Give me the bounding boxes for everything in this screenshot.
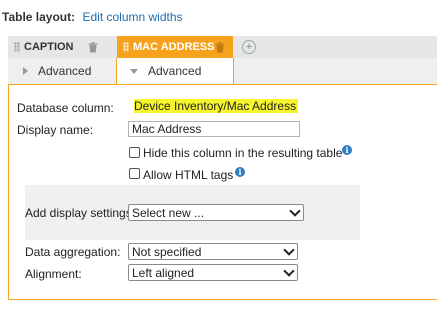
collapse-arrow-icon <box>130 68 138 74</box>
display-name-field[interactable]: Mac Address <box>128 121 300 137</box>
display-name-label: Display name: <box>17 123 94 137</box>
edit-column-widths-link[interactable]: Edit column widths <box>82 10 182 24</box>
subtab-mac-label: Advanced <box>148 64 202 78</box>
tab-mac-address-label: MAC ADDRESS <box>133 41 215 53</box>
allow-html-checkbox[interactable] <box>129 168 140 179</box>
data-aggregation-select[interactable]: Not specified <box>128 243 298 260</box>
subtab-bar: Advanced Advanced <box>8 58 437 85</box>
subtab-mac-advanced[interactable]: Advanced <box>116 58 234 85</box>
add-display-settings-label: Add display settings: <box>25 206 136 220</box>
database-column-value: Device Inventory/Mac Address <box>134 99 299 113</box>
tab-caption[interactable]: CAPTION <box>8 36 106 58</box>
alignment-label: Alignment: <box>25 267 82 281</box>
add-display-settings-select[interactable]: Select new ... <box>128 204 304 221</box>
database-column-label: Database column: <box>17 101 114 115</box>
info-icon[interactable]: i <box>235 167 245 177</box>
chevron-down-icon <box>283 244 295 256</box>
drag-handle-icon[interactable] <box>14 42 20 52</box>
data-aggregation-value: Not specified <box>132 244 202 259</box>
alignment-value: Left aligned <box>132 265 195 280</box>
alignment-select[interactable]: Left aligned <box>128 264 298 281</box>
trash-icon[interactable] <box>215 41 225 53</box>
drag-handle-icon[interactable] <box>123 42 129 52</box>
expand-arrow-icon <box>23 67 28 75</box>
table-layout-header: Table layout: Edit column widths <box>2 10 183 24</box>
tab-caption-label: CAPTION <box>24 41 74 53</box>
table-layout-label: Table layout: <box>2 10 76 24</box>
info-icon[interactable]: i <box>342 145 352 155</box>
subtab-caption-label: Advanced <box>38 64 92 78</box>
chevron-down-icon <box>283 265 295 277</box>
add-display-settings-value: Select new ... <box>132 205 205 220</box>
subtab-caption-advanced[interactable]: Advanced <box>8 58 106 84</box>
column-tab-bar: CAPTION MAC ADDRESS + <box>8 36 437 59</box>
add-column-icon[interactable]: + <box>242 40 256 54</box>
hide-column-checkbox[interactable] <box>129 147 140 158</box>
allow-html-label: Allow HTML tags <box>143 168 234 182</box>
trash-icon[interactable] <box>88 41 98 53</box>
hide-column-label: Hide this column in the resulting table <box>143 146 343 160</box>
chevron-down-icon <box>289 205 301 217</box>
tab-mac-address[interactable]: MAC ADDRESS <box>117 36 233 58</box>
data-aggregation-label: Data aggregation: <box>25 245 121 259</box>
